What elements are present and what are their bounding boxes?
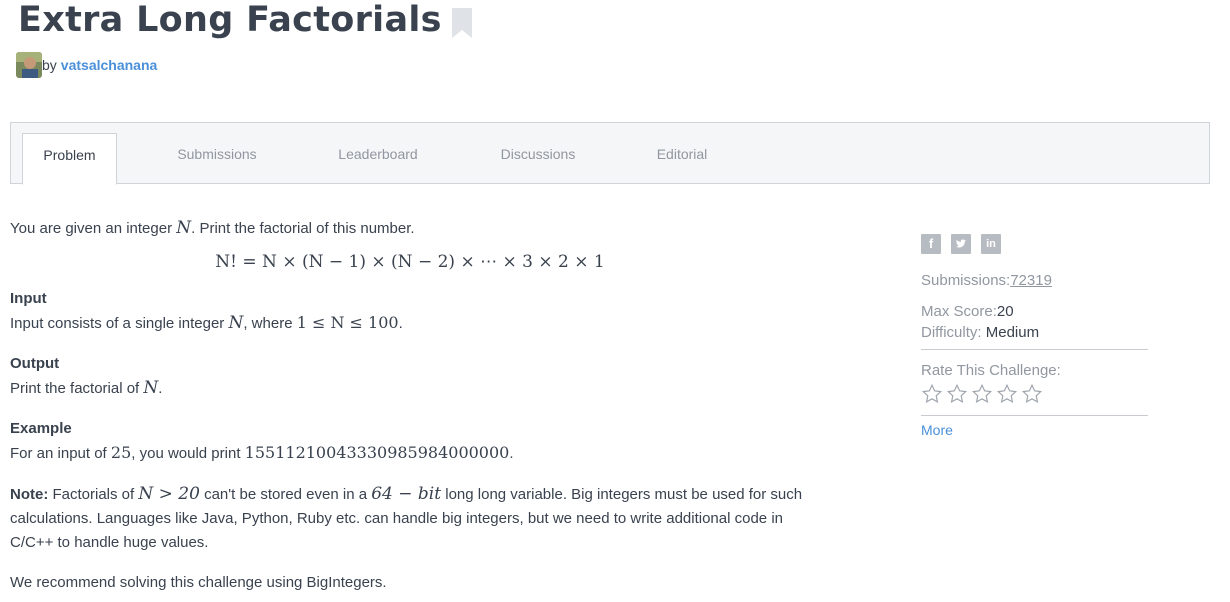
tab-submissions[interactable]: Submissions xyxy=(157,133,277,185)
rate-label: Rate This Challenge: xyxy=(921,362,1061,379)
recommend-text: We recommend solving this challenge usin… xyxy=(10,574,387,591)
star-icon[interactable] xyxy=(996,383,1018,405)
submissions-stat: Submissions:72319 xyxy=(921,272,1052,289)
more-link[interactable]: More xyxy=(921,422,1148,438)
sidebar-divider xyxy=(921,415,1148,416)
bookmark-icon[interactable] xyxy=(451,8,472,38)
example-title: Example xyxy=(10,420,72,437)
tab-problem[interactable]: Problem xyxy=(22,133,117,185)
tab-leaderboard[interactable]: Leaderboard xyxy=(318,133,438,185)
star-icon[interactable] xyxy=(971,383,993,405)
author-line: by vatsalchanana xyxy=(16,52,157,78)
factorial-formula: N! = N × (N − 1) × (N − 2) × ⋯ × 3 × 2 ×… xyxy=(215,252,605,272)
tab-editorial[interactable]: Editorial xyxy=(622,133,742,185)
sidebar-divider xyxy=(921,349,1148,350)
tab-discussions[interactable]: Discussions xyxy=(478,133,598,185)
linkedin-icon[interactable]: in xyxy=(981,234,1001,254)
output-title: Output xyxy=(10,355,60,372)
intro-text: You are given an integer N. Print the fa… xyxy=(10,218,415,238)
output-text: Print the factorial of N. xyxy=(10,378,163,398)
max-score-stat: Max Score:20 xyxy=(921,303,1014,320)
note-text: Note: Factorials of N > 20 can't be stor… xyxy=(10,484,803,551)
social-share: f in xyxy=(921,234,1148,254)
challenge-title: Extra Long Factorials xyxy=(18,0,442,40)
star-rating[interactable] xyxy=(921,383,1148,405)
author-link[interactable]: vatsalchanana xyxy=(61,57,158,73)
twitter-icon[interactable] xyxy=(951,234,971,254)
by-label: by xyxy=(42,57,57,73)
star-icon[interactable] xyxy=(921,383,943,405)
star-icon[interactable] xyxy=(1021,383,1043,405)
input-title: Input xyxy=(10,290,47,307)
input-text: Input consists of a single integer N, wh… xyxy=(10,313,403,333)
challenge-sidebar: f in Submissions:72319 Max Score:20 Diff… xyxy=(921,234,1148,438)
problem-statement: You are given an integer N. Print the fa… xyxy=(10,216,810,595)
star-icon[interactable] xyxy=(946,383,968,405)
title-row: Extra Long Factorials xyxy=(18,0,472,40)
example-text: For an input of 25, you would print 1551… xyxy=(10,443,514,462)
submissions-count-link[interactable]: 72319 xyxy=(1010,272,1052,289)
avatar[interactable] xyxy=(16,52,42,78)
tab-bar: Problem Submissions Leaderboard Discussi… xyxy=(10,122,1210,185)
difficulty-stat: Difficulty: Medium xyxy=(921,324,1040,341)
facebook-icon[interactable]: f xyxy=(921,234,941,254)
